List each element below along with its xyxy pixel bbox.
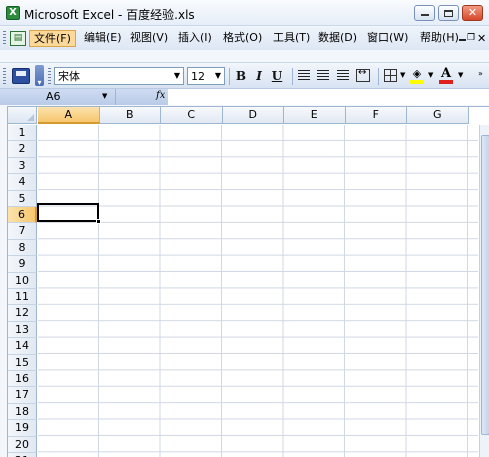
font-color-swatch [439,80,453,84]
row-header[interactable]: 6 [8,207,37,224]
vertical-scrollbar-thumb[interactable] [481,135,489,435]
toolbar-separator [378,68,379,85]
name-box[interactable]: A6 ▼ [0,89,116,105]
excel-icon[interactable]: X [6,6,20,20]
close-icon: ✕ [467,6,478,19]
font-name-select[interactable]: 宋体 ▼ [54,67,184,85]
menu-tools[interactable]: 工具(T) [269,30,314,47]
merge-center-icon[interactable] [356,67,370,82]
fill-handle[interactable] [96,219,101,224]
bold-button[interactable]: B [232,68,250,85]
minimize-button[interactable] [414,5,435,21]
worksheet-grid: ABCDEFG 12345678910111213141516171819202… [7,106,489,457]
chevron-down-icon[interactable]: ▼ [458,71,463,79]
font-name-value: 宋体 [58,70,80,83]
menu-insert[interactable]: 插入(I) [174,30,216,47]
toolbar-separator [292,68,293,85]
row-header[interactable]: 2 [8,141,37,158]
fill-color-icon[interactable]: ◈ [410,68,424,79]
column-header[interactable]: B [99,107,161,124]
minimize-icon [420,14,429,16]
fill-color-swatch [410,80,424,84]
row-header[interactable]: 15 [8,354,37,371]
row-header[interactable]: 5 [8,190,37,207]
vertical-scrollbar[interactable] [479,125,489,457]
row-header[interactable]: 3 [8,157,37,175]
underline-button[interactable]: U [268,68,286,85]
row-header[interactable]: 16 [8,371,37,388]
column-header[interactable]: D [222,107,284,124]
align-right-icon[interactable] [337,70,349,81]
font-color-icon[interactable]: A [439,66,453,81]
menu-data[interactable]: 数据(D) [314,30,361,47]
active-cell[interactable] [37,203,99,222]
row-header[interactable]: 12 [8,305,37,322]
toolbar-options-icon[interactable]: ▾ [35,65,44,87]
name-box-value: A6 [46,90,61,103]
menu-help[interactable]: 帮助(H) [416,30,463,47]
chevron-down-icon[interactable]: ▼ [171,68,183,84]
column-header[interactable]: E [284,107,346,124]
chevron-down-icon[interactable]: ▼ [102,92,107,100]
toolbar-overflow-icon[interactable]: » [478,69,483,78]
menu-view[interactable]: 视图(V) [126,30,172,47]
row-header[interactable]: 18 [8,403,37,421]
row-header[interactable]: 1 [8,125,37,142]
row-header[interactable]: 13 [8,321,37,339]
menu-window[interactable]: 窗口(W) [363,30,412,47]
menu-format[interactable]: 格式(O) [219,30,266,47]
column-header[interactable]: C [161,107,223,124]
formula-bar: A6 ▼ fx [0,89,489,105]
toolbar-grip[interactable] [48,68,51,84]
menu-edit[interactable]: 编辑(E) [80,30,126,47]
maximize-icon [444,9,453,17]
row-header[interactable]: 17 [8,387,37,404]
maximize-button[interactable] [438,5,459,21]
column-header[interactable]: G [407,107,469,124]
toolbar-separator [229,68,230,85]
excel-window: X Microsoft Excel - 百度经验.xls ✕ ▤ 文件(F) 编… [0,0,489,457]
font-size-select[interactable]: 12 ▼ [187,67,225,85]
menu-grip[interactable] [3,31,6,46]
column-header[interactable]: F [345,107,407,124]
row-header[interactable]: 21 [8,453,37,457]
document-icon[interactable]: ▤ [10,31,26,46]
column-header[interactable]: A [38,107,100,124]
workbook-close-icon[interactable]: ✕ [477,32,486,45]
fx-icon[interactable]: fx [156,90,165,101]
formatting-toolbar: ▾ 宋体 ▼ 12 ▼ B I U ▼ ◈ ▼ A ▼ » [0,62,489,89]
save-icon[interactable] [12,68,30,84]
toolbar-grip[interactable] [3,68,6,84]
row-header[interactable]: 4 [8,174,37,191]
row-header[interactable]: 8 [8,239,37,257]
menu-file[interactable]: 文件(F) [29,30,76,47]
select-all-button[interactable] [8,107,37,124]
row-header[interactable]: 11 [8,289,37,306]
row-header[interactable]: 7 [8,223,37,240]
chevron-down-icon[interactable]: ▼ [212,68,224,84]
title-bar: X Microsoft Excel - 百度经验.xls ✕ [0,0,489,26]
workbook-restore-icon[interactable]: ❐ [467,33,475,43]
menu-bar: ▤ 文件(F) 编辑(E) 视图(V) 插入(I) 格式(O) 工具(T) 数据… [0,27,489,50]
row-header[interactable]: 20 [8,436,37,453]
font-size-value: 12 [191,70,205,83]
row-header[interactable]: 10 [8,272,37,289]
cell-area[interactable] [38,125,478,457]
chevron-down-icon[interactable]: ▼ [428,71,433,79]
row-header[interactable]: 19 [8,420,37,437]
borders-icon[interactable] [384,69,397,82]
row-header[interactable]: 9 [8,256,37,273]
insert-function-area: fx [116,89,168,105]
workbook-minimize-icon[interactable] [459,39,466,41]
chevron-down-icon[interactable]: ▼ [400,71,405,79]
formula-input[interactable] [168,89,489,105]
align-left-icon[interactable] [298,70,310,81]
row-header[interactable]: 14 [8,338,37,355]
close-button[interactable]: ✕ [462,5,483,21]
italic-button[interactable]: I [250,68,268,85]
align-center-icon[interactable] [317,70,329,81]
window-title: Microsoft Excel - 百度经验.xls [24,8,195,22]
